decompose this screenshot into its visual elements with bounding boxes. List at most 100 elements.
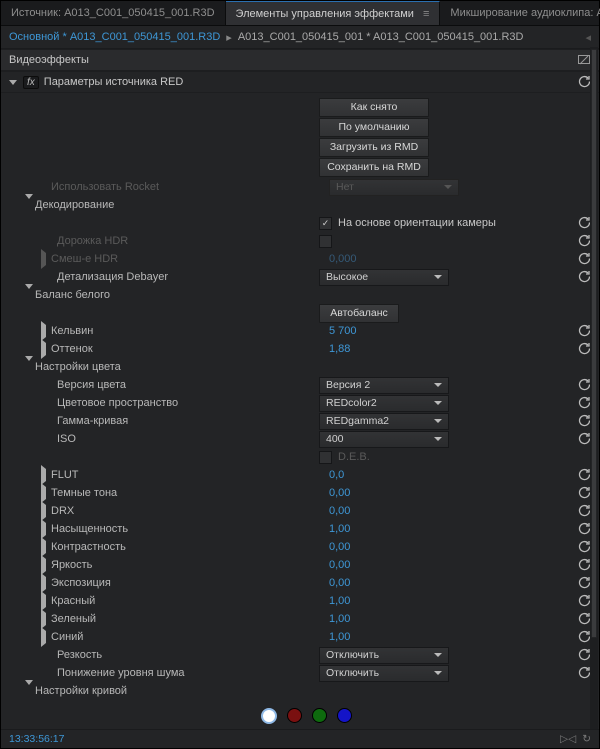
tab-effects[interactable]: Элементы управления эффектами ≡ (226, 1, 441, 25)
disclosure-right-icon[interactable] (41, 627, 46, 647)
disclosure-right-icon[interactable] (41, 519, 46, 539)
disclosure-right-icon[interactable] (41, 249, 46, 269)
disclosure-down-icon[interactable] (25, 194, 33, 211)
disclosure-right-icon[interactable] (41, 483, 46, 503)
disclosure-down-icon[interactable] (9, 80, 17, 85)
reset-button[interactable] (577, 540, 591, 554)
row-iso: ISO 400 (1, 430, 599, 448)
reset-button[interactable] (577, 576, 591, 590)
section-red-params[interactable]: fx Параметры источника RED (1, 71, 599, 93)
color-space-dropdown[interactable]: REDcolor2 (319, 395, 449, 412)
iso-dropdown[interactable]: 400 (319, 431, 449, 448)
disclosure-right-icon[interactable] (41, 609, 46, 629)
denoise-dropdown[interactable]: Отключить (319, 665, 449, 682)
reset-button[interactable] (577, 396, 591, 410)
drx-value[interactable]: 0,00 (329, 505, 350, 517)
disclosure-right-icon[interactable] (41, 537, 46, 557)
section-red-label: Параметры источника RED (44, 76, 184, 88)
gamma-curve-dropdown[interactable]: REDgamma2 (319, 413, 449, 430)
row-sharpness: Резкость Отключить (1, 646, 599, 664)
row-color-settings[interactable]: Настройки цвета (1, 358, 599, 376)
status-playhead-icon[interactable]: ▷◁ (560, 730, 576, 748)
exposure-value[interactable]: 0,00 (329, 577, 350, 589)
brightness-value[interactable]: 0,00 (329, 559, 350, 571)
reset-button[interactable] (577, 414, 591, 428)
as-shot-button[interactable]: Как снято (319, 98, 429, 117)
row-curve-settings[interactable]: Настройки кривой (1, 682, 599, 700)
row-contrast: Контрастность0,00 (1, 538, 599, 556)
blue-value[interactable]: 1,00 (329, 631, 350, 643)
default-button[interactable]: По умолчанию (319, 118, 429, 137)
reset-button[interactable] (577, 270, 591, 284)
disclosure-right-icon[interactable] (41, 501, 46, 521)
curve-channel-red[interactable] (287, 708, 302, 723)
clip-breadcrumb: Основной * A013_C001_050415_001.R3D ▸ A0… (1, 26, 599, 49)
row-use-rocket: Использовать Rocket Нет (1, 178, 599, 196)
chevron-down-icon (434, 275, 442, 279)
disclosure-down-icon[interactable] (25, 356, 33, 373)
section-video-label: Видеоэффекты (9, 54, 89, 66)
reset-button[interactable] (577, 234, 591, 248)
save-rmd-button[interactable]: Сохранить на RMD (319, 158, 429, 177)
white-balance-label: Баланс белого (35, 289, 329, 301)
scrollbar-vertical[interactable] (590, 47, 598, 730)
disclosure-right-icon[interactable] (41, 339, 46, 359)
reset-button[interactable] (577, 648, 591, 662)
reset-button[interactable] (577, 666, 591, 680)
panel-menu-icon[interactable]: ≡ (423, 8, 429, 20)
autobalance-button[interactable]: Автобаланс (319, 304, 399, 323)
scrollbar-thumb[interactable] (591, 49, 597, 638)
row-deb: D.E.B. (1, 448, 599, 466)
disclosure-down-icon[interactable] (25, 680, 33, 697)
section-video-effects[interactable]: Видеоэффекты (1, 49, 599, 71)
contrast-value[interactable]: 0,00 (329, 541, 350, 553)
tab-source[interactable]: Источник: A013_C001_050415_001.R3D (1, 1, 226, 25)
curve-channel-green[interactable] (312, 708, 327, 723)
disclosure-right-icon[interactable] (41, 321, 46, 341)
reset-button[interactable] (577, 630, 591, 644)
debayer-label: Детализация Debayer (57, 271, 319, 283)
reset-button[interactable] (577, 432, 591, 446)
load-rmd-button[interactable]: Загрузить из RMD (319, 138, 429, 157)
reset-button[interactable] (577, 522, 591, 536)
tab-audio-mixer[interactable]: Микширование аудиоклипа: A013_C001_05041… (440, 1, 600, 25)
kelvin-value[interactable]: 5 700 (329, 325, 357, 337)
breadcrumb-sequence[interactable]: Основной * A013_C001_050415_001.R3D (9, 31, 220, 43)
disclosure-right-icon[interactable] (41, 465, 46, 485)
reset-button[interactable] (577, 504, 591, 518)
tint-value[interactable]: 1,88 (329, 343, 350, 355)
disclosure-right-icon[interactable] (41, 555, 46, 575)
reset-button[interactable] (577, 558, 591, 572)
reset-button[interactable] (577, 342, 591, 356)
color-version-dropdown[interactable]: Версия 2 (319, 377, 449, 394)
status-settings-icon[interactable]: ↻ (582, 730, 591, 748)
flut-value[interactable]: 0,0 (329, 469, 344, 481)
disclosure-right-icon[interactable] (41, 591, 46, 611)
camera-orient-checkbox[interactable] (319, 217, 332, 230)
row-decoding[interactable]: Декодирование (1, 196, 599, 214)
disclosure-down-icon[interactable] (25, 284, 33, 301)
saturation-value[interactable]: 1,00 (329, 523, 350, 535)
disclosure-right-icon[interactable] (41, 573, 46, 593)
curve-channel-white[interactable] (261, 708, 277, 724)
sharpness-dropdown[interactable]: Отключить (319, 647, 449, 664)
reset-button[interactable] (577, 378, 591, 392)
breadcrumb-nav-icon[interactable]: ◂ (585, 31, 591, 44)
curve-channel-blue[interactable] (337, 708, 352, 723)
green-value[interactable]: 1,00 (329, 613, 350, 625)
reset-button[interactable] (577, 252, 591, 266)
shadows-value[interactable]: 0,00 (329, 487, 350, 499)
reset-button[interactable] (577, 216, 591, 230)
reset-button[interactable] (577, 486, 591, 500)
toggle-viewer-icon[interactable] (577, 53, 591, 67)
row-white-balance[interactable]: Баланс белого (1, 286, 599, 304)
reset-button[interactable] (577, 324, 591, 338)
reset-button[interactable] (577, 594, 591, 608)
debayer-dropdown[interactable]: Высокое (319, 269, 449, 286)
timecode[interactable]: 13:33:56:17 (9, 730, 64, 748)
reset-button[interactable] (577, 468, 591, 482)
red-value[interactable]: 1,00 (329, 595, 350, 607)
reset-effect-button[interactable] (577, 75, 591, 89)
chevron-down-icon (434, 401, 442, 405)
reset-button[interactable] (577, 612, 591, 626)
